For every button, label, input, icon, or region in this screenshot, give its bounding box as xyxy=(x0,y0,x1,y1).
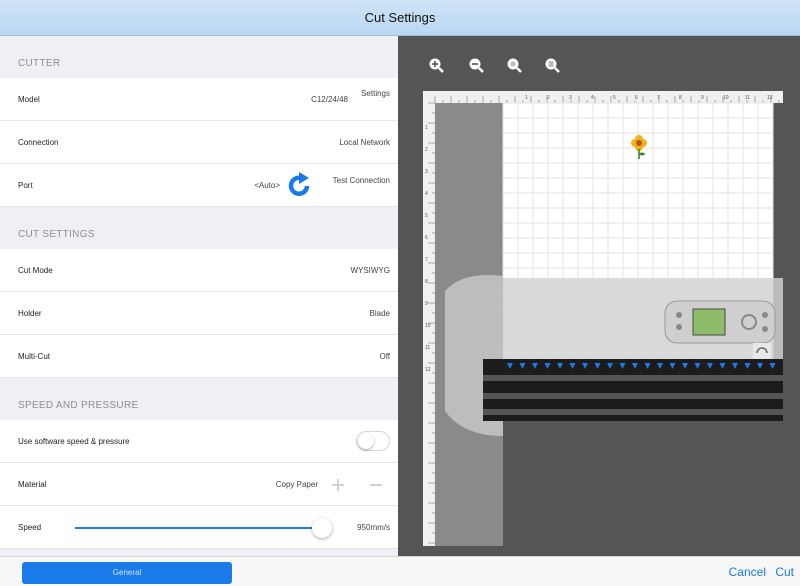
model-value: C12/24/48 xyxy=(311,95,348,104)
left-ruler xyxy=(423,91,435,546)
speed-row: Speed 950mm/s xyxy=(0,506,398,549)
zoom-out-icon[interactable] xyxy=(468,57,484,73)
model-label: Model xyxy=(18,95,40,104)
left-ruler-number: 1 xyxy=(425,125,428,131)
material-row[interactable]: Material Copy Paper xyxy=(0,463,398,506)
left-ruler-number: 3 xyxy=(425,169,428,175)
cut-settings-section-header: CUT SETTINGS xyxy=(18,229,95,240)
port-row[interactable]: Port <Auto> Test Connection xyxy=(0,164,398,207)
holder-label: Holder xyxy=(18,309,42,318)
cut-mode-label: Cut Mode xyxy=(18,266,53,275)
cutter-section-header: CUTTER xyxy=(18,58,61,69)
top-ruler-number: 6 xyxy=(635,95,638,101)
speed-label: Speed xyxy=(18,523,42,532)
model-row[interactable]: Model C12/24/48 Settings xyxy=(0,78,398,121)
speed-value: 950mm/s xyxy=(357,523,390,532)
connection-row[interactable]: Connection Local Network xyxy=(0,121,398,164)
cancel-button[interactable]: Cancel xyxy=(729,565,766,579)
port-label: Port xyxy=(18,181,33,190)
toggle-knob xyxy=(358,433,374,449)
left-ruler-number: 7 xyxy=(425,257,428,263)
left-ruler-number: 8 xyxy=(425,279,428,285)
title-bar: Cut Settings xyxy=(0,0,800,36)
remove-material-icon[interactable] xyxy=(368,477,384,493)
top-ruler-number: 2 xyxy=(547,95,550,101)
top-ruler-number: 12 xyxy=(767,95,773,101)
top-ruler-number: 10 xyxy=(723,95,729,101)
refresh-icon[interactable] xyxy=(285,171,315,201)
connection-value: Local Network xyxy=(339,138,390,147)
speed-slider-knob[interactable] xyxy=(312,518,332,538)
left-ruler-number: 10 xyxy=(425,323,431,329)
left-ruler-number: 6 xyxy=(425,235,428,241)
speed-slider-track[interactable] xyxy=(75,527,320,529)
multi-cut-value: Off xyxy=(379,352,390,361)
left-ruler-number: 9 xyxy=(425,301,428,307)
window-title: Cut Settings xyxy=(364,10,436,25)
holder-value: Blade xyxy=(369,309,390,318)
settings-link[interactable]: Settings xyxy=(361,89,390,98)
use-software-label: Use software speed & pressure xyxy=(18,437,130,446)
zoom-in-icon[interactable] xyxy=(428,57,444,73)
multi-cut-row[interactable]: Multi-Cut Off xyxy=(0,335,398,378)
material-label: Material xyxy=(18,480,47,489)
add-material-icon[interactable] xyxy=(330,477,346,493)
use-software-toggle[interactable] xyxy=(356,431,390,451)
left-ruler-number: 5 xyxy=(425,213,428,219)
cut-mode-row[interactable]: Cut Mode WYSIWYG xyxy=(0,249,398,292)
material-value: Copy Paper xyxy=(275,480,318,489)
top-ruler-number: 3 xyxy=(569,95,572,101)
top-ruler-number: 11 xyxy=(745,95,750,101)
cut-preview-canvas[interactable]: 1 2 3 4 5 6 7 8 9 10 11 12 123456789101112 xyxy=(423,91,783,546)
left-ruler-number: 11 xyxy=(425,345,430,351)
cut-mode-value: WYSIWYG xyxy=(350,266,390,275)
top-ruler-number: 5 xyxy=(613,95,616,101)
left-ruler-number: 12 xyxy=(425,367,431,373)
general-button[interactable]: General xyxy=(22,562,232,584)
top-ruler-number: 4 xyxy=(591,95,594,101)
top-ruler-number: 1 xyxy=(525,95,528,101)
zoom-fit-icon[interactable] xyxy=(506,57,522,73)
footer-bar: General Cancel Cut xyxy=(0,556,800,586)
use-software-row: Use software speed & pressure xyxy=(0,420,398,463)
left-ruler-number: 4 xyxy=(425,191,428,197)
port-value: <Auto> xyxy=(254,181,280,190)
cut-preview-panel: 1 2 3 4 5 6 7 8 9 10 11 12 1 2 3 4 5 6 7 8 9 10 11 12 xyxy=(398,36,800,556)
cut-button[interactable]: Cut xyxy=(775,565,794,579)
settings-panel: CUTTER Model C12/24/48 Settings Connecti… xyxy=(0,36,398,556)
holder-row[interactable]: Holder Blade xyxy=(0,292,398,335)
left-ruler-number: 2 xyxy=(425,147,428,153)
top-ruler-number: 7 xyxy=(657,95,660,101)
speed-pressure-section-header: SPEED AND PRESSURE xyxy=(18,400,139,411)
connection-label: Connection xyxy=(18,138,59,147)
zoom-page-icon[interactable] xyxy=(544,57,560,73)
cutter-lcd-screen xyxy=(692,308,726,336)
top-ruler-number: 8 xyxy=(679,95,682,101)
test-connection-button[interactable]: Test Connection xyxy=(333,176,390,185)
top-ruler-number: 9 xyxy=(701,95,704,101)
multi-cut-label: Multi-Cut xyxy=(18,352,51,361)
